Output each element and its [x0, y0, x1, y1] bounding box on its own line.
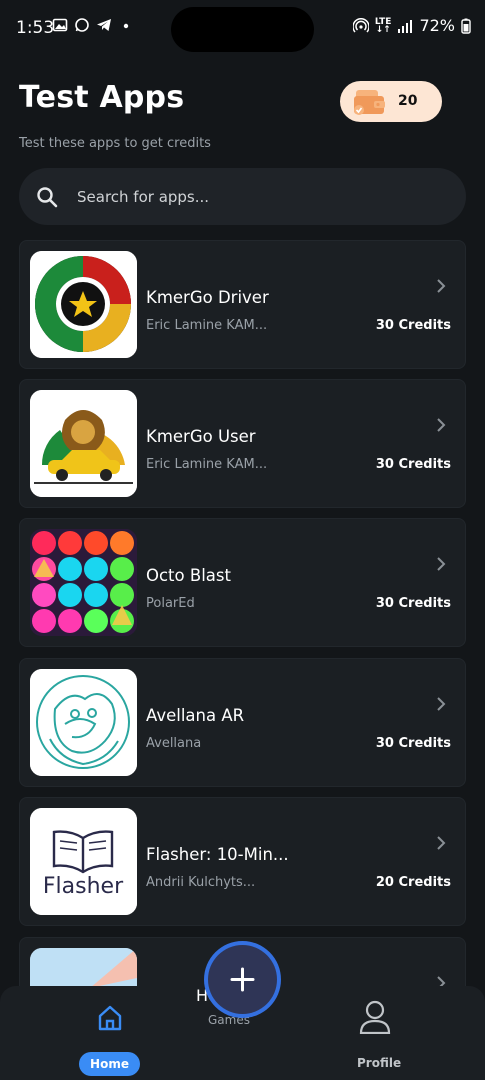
- credits-value: 20: [398, 93, 418, 109]
- app-credits: 30 Credits: [375, 596, 451, 611]
- status-bar: 1:53 LTE ↓↑ 72%: [0, 0, 485, 56]
- add-app-button[interactable]: [208, 945, 277, 1014]
- chevron-right-icon: [437, 557, 446, 571]
- app-icon: Flasher: [30, 808, 137, 915]
- signal-icon: [398, 19, 413, 33]
- battery-icon: [461, 18, 471, 34]
- app-developer: Andrii Kulchyts...: [146, 875, 256, 890]
- app-card-kmergo-user[interactable]: KmerGo User Eric Lamine KAM... 30 Credit…: [19, 379, 466, 508]
- status-time: 1:53: [16, 18, 55, 38]
- system-icons: LTE ↓↑ 72%: [352, 16, 471, 35]
- chevron-right-icon: [437, 836, 446, 850]
- app-credits: 20 Credits: [375, 875, 451, 890]
- gallery-icon: [52, 18, 68, 32]
- app-card-octo-blast[interactable]: Octo Blast PolarEd 30 Credits: [19, 518, 466, 647]
- app-card-kmergo-driver[interactable]: KmerGo Driver Eric Lamine KAM... 30 Cred…: [19, 240, 466, 369]
- wallet-icon: [354, 90, 385, 115]
- app-name: Avellana AR: [146, 706, 245, 725]
- app-credits: 30 Credits: [375, 736, 451, 751]
- chevron-right-icon: [437, 697, 446, 711]
- network-type: LTE ↓↑: [374, 16, 392, 35]
- credits-balance-pill[interactable]: 20: [340, 81, 442, 122]
- whatsapp-icon: [75, 18, 89, 32]
- notification-icons: [52, 17, 134, 33]
- home-icon: [98, 1005, 122, 1031]
- app-card-avellana-ar[interactable]: Avellana AR Avellana 30 Credits: [19, 658, 466, 787]
- nav-profile-label: Profile: [357, 1056, 402, 1070]
- telegram-icon: [97, 19, 111, 31]
- app-icon: [30, 390, 137, 497]
- battery-percent: 72%: [419, 16, 455, 35]
- app-name: KmerGo Driver: [146, 288, 269, 307]
- app-developer: PolarEd: [146, 596, 195, 611]
- app-name: Octo Blast: [146, 566, 231, 585]
- page-title: Test Apps: [19, 80, 185, 115]
- camera-cutout: [171, 7, 314, 52]
- chevron-right-icon: [437, 279, 446, 293]
- app-name: Flasher: 10-Min...: [146, 845, 289, 864]
- search-input[interactable]: [75, 184, 439, 210]
- svg-text:Flasher: Flasher: [43, 874, 124, 899]
- nav-home-label: Home: [79, 1052, 140, 1076]
- chevron-right-icon: [437, 418, 446, 432]
- dot-icon: [123, 23, 129, 29]
- plus-icon: [230, 967, 255, 992]
- app-card-flasher[interactable]: Flasher Flasher: 10-Min... Andrii Kulchy…: [19, 797, 466, 926]
- app-developer: Avellana: [146, 736, 202, 751]
- app-credits: 30 Credits: [375, 457, 451, 472]
- app-icon: [30, 529, 137, 636]
- app-name: KmerGo User: [146, 427, 256, 446]
- nav-games[interactable]: Games: [208, 1013, 250, 1027]
- hotspot-icon: [352, 17, 369, 32]
- search-bar[interactable]: [19, 168, 466, 225]
- page-subtitle: Test these apps to get credits: [19, 136, 211, 151]
- search-icon: [37, 187, 58, 208]
- app-developer: Eric Lamine KAM...: [146, 318, 268, 333]
- app-credits: 30 Credits: [375, 318, 451, 333]
- app-icon: [30, 669, 137, 776]
- app-icon: [30, 251, 137, 358]
- profile-icon: [359, 1000, 391, 1034]
- app-developer: Eric Lamine KAM...: [146, 457, 268, 472]
